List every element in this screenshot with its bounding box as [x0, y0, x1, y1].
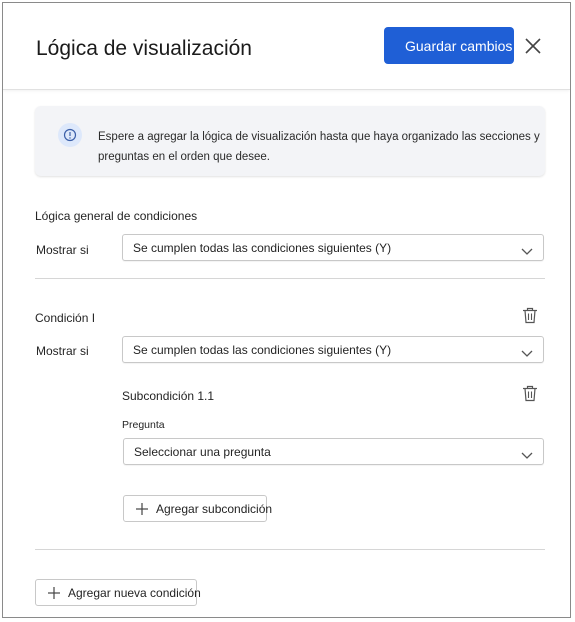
chevron-down-icon [521, 243, 533, 261]
delete-subcondition-trash-icon[interactable] [522, 385, 538, 402]
add-new-condition-label: Agregar nueva condición [68, 586, 201, 600]
section-divider [35, 549, 545, 550]
general-show-if-select[interactable]: Se cumplen todas las condiciones siguien… [122, 234, 544, 261]
chevron-down-icon [521, 345, 533, 363]
section-divider [35, 278, 545, 279]
condition-heading: Condición I [35, 311, 96, 325]
plus-icon [47, 586, 61, 605]
info-icon [58, 123, 82, 147]
question-select[interactable]: Seleccionar una pregunta [123, 438, 544, 465]
add-new-condition-button[interactable]: Agregar nueva condición [35, 579, 201, 606]
condition-show-if-value: Se cumplen todas las condiciones siguien… [133, 343, 392, 357]
plus-icon [135, 502, 149, 521]
condition-show-if-select[interactable]: Se cumplen todas las condiciones siguien… [122, 336, 544, 363]
page-title: Lógica de visualización [36, 37, 252, 60]
general-logic-heading: Lógica general de condiciones [35, 209, 198, 223]
delete-condition-trash-icon[interactable] [522, 307, 538, 324]
info-banner: Espere a agregar la lógica de visualizac… [35, 106, 545, 176]
add-subcondition-label: Agregar subcondición [156, 502, 273, 516]
chevron-down-icon [521, 447, 533, 465]
general-show-if-value: Se cumplen todas las condiciones siguien… [133, 241, 392, 255]
save-changes-button[interactable]: Guardar cambios [384, 27, 514, 64]
panel-header: Lógica de visualización Guardar cambios [3, 3, 570, 90]
display-logic-panel: Lógica de visualización Guardar cambios … [2, 2, 571, 618]
question-label: Pregunta [122, 419, 165, 431]
subcondition-heading: Subcondición 1.1 [122, 389, 215, 403]
condition-show-if-label: Mostrar si [36, 344, 89, 358]
close-icon[interactable] [522, 35, 544, 57]
question-select-placeholder: Seleccionar una pregunta [134, 445, 271, 459]
general-show-if-label: Mostrar si [36, 243, 89, 257]
add-subcondition-button[interactable]: Agregar subcondición [123, 495, 272, 522]
info-message: Espere a agregar la lógica de visualizac… [98, 131, 540, 163]
